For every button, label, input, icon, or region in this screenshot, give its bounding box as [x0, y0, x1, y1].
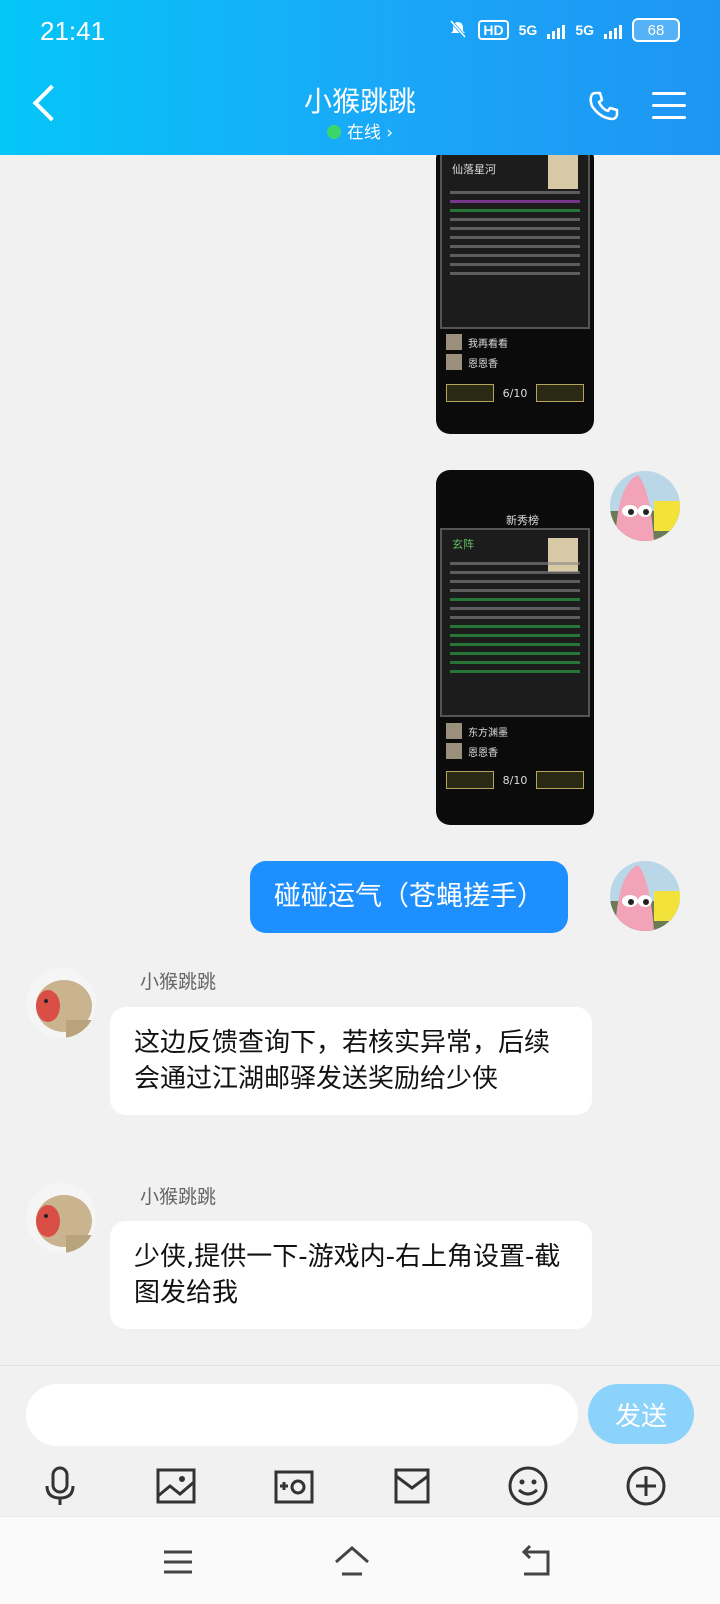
- message-input[interactable]: [26, 1384, 578, 1446]
- online-dot-icon: [326, 125, 341, 139]
- camera-icon[interactable]: [272, 1464, 316, 1508]
- screenshot-2-caption: 玄阵: [452, 538, 474, 551]
- signal-icon-1: [547, 21, 566, 39]
- my-message-bubble[interactable]: 碰碰运气（苍蝇搓手）: [250, 861, 568, 933]
- hd-badge: HD: [478, 20, 509, 40]
- system-nav-bar: [0, 1516, 720, 1604]
- phone-icon[interactable]: [588, 90, 620, 122]
- screenshot-image-2[interactable]: 新秀榜 玄阵 东方渊墨 恩恩香 8/10: [436, 470, 594, 825]
- plus-icon[interactable]: [624, 1464, 668, 1508]
- composer: 发送: [0, 1365, 720, 1517]
- status-icons: HD 5G 5G 68: [448, 18, 680, 42]
- my-avatar[interactable]: [610, 471, 680, 541]
- voice-icon[interactable]: [38, 1464, 82, 1508]
- battery-icon: 68: [632, 18, 680, 42]
- screenshot-2-tab: 新秀榜: [506, 514, 539, 527]
- screenshot-image-1[interactable]: 仙落星河 我再看看 恩恩香 6/10: [436, 155, 594, 434]
- status-time: 21:41: [40, 16, 106, 46]
- signal-icon-2: [604, 21, 622, 39]
- screenshot-1-panel: 仙落星河: [440, 155, 590, 329]
- contact-message-bubble-2[interactable]: 少侠,提供一下-游戏内-右上角设置-截图发给我: [110, 1221, 592, 1329]
- screenshot-1-row-2: 恩恩香: [446, 353, 584, 371]
- battery-level: 68: [647, 21, 665, 39]
- contact-avatar[interactable]: [26, 968, 96, 1038]
- mute-icon: [448, 19, 468, 42]
- chat-messages[interactable]: 仙落星河 我再看看 恩恩香 6/10 新秀榜 玄阵 东方渊墨 恩恩香 8/10 …: [0, 155, 720, 1365]
- my-avatar-2[interactable]: [610, 861, 680, 931]
- contact-avatar-2[interactable]: [26, 1183, 96, 1253]
- sender-name: 小猴跳跳: [140, 971, 217, 993]
- online-status-label: 在线 ›: [346, 123, 394, 143]
- screenshot-1-portrait: [548, 155, 578, 189]
- back-nav-icon[interactable]: [518, 1542, 558, 1582]
- screenshot-1-row-1: 我再看看: [446, 333, 584, 351]
- image-icon[interactable]: [154, 1464, 198, 1508]
- send-button[interactable]: 发送: [588, 1384, 694, 1444]
- screenshot-2-pager: 8/10: [446, 770, 584, 790]
- screenshot-1-pager: 6/10: [446, 383, 584, 403]
- chat-header: 21:41 HD 5G 5G 68 小猴跳跳 在线 ›: [0, 0, 720, 155]
- home-icon[interactable]: [332, 1542, 372, 1582]
- screenshot-2-panel: 玄阵: [440, 528, 590, 717]
- recent-apps-icon[interactable]: [158, 1542, 198, 1582]
- sender-name-2: 小猴跳跳: [140, 1186, 217, 1208]
- emoji-icon[interactable]: [506, 1464, 550, 1508]
- network-5g-1: 5G: [518, 22, 538, 38]
- pocket-icon[interactable]: [390, 1464, 434, 1508]
- screenshot-2-row-2: 恩恩香: [446, 742, 584, 760]
- network-5g-2: 5G: [575, 22, 594, 38]
- menu-icon[interactable]: [652, 92, 686, 120]
- toolbar: [0, 1464, 720, 1514]
- contact-message-bubble[interactable]: 这边反馈查询下，若核实异常，后续会通过江湖邮驿发送奖励给少侠: [110, 1007, 592, 1115]
- screenshot-1-caption: 仙落星河: [452, 163, 496, 176]
- screenshot-2-row-1: 东方渊墨: [446, 722, 584, 740]
